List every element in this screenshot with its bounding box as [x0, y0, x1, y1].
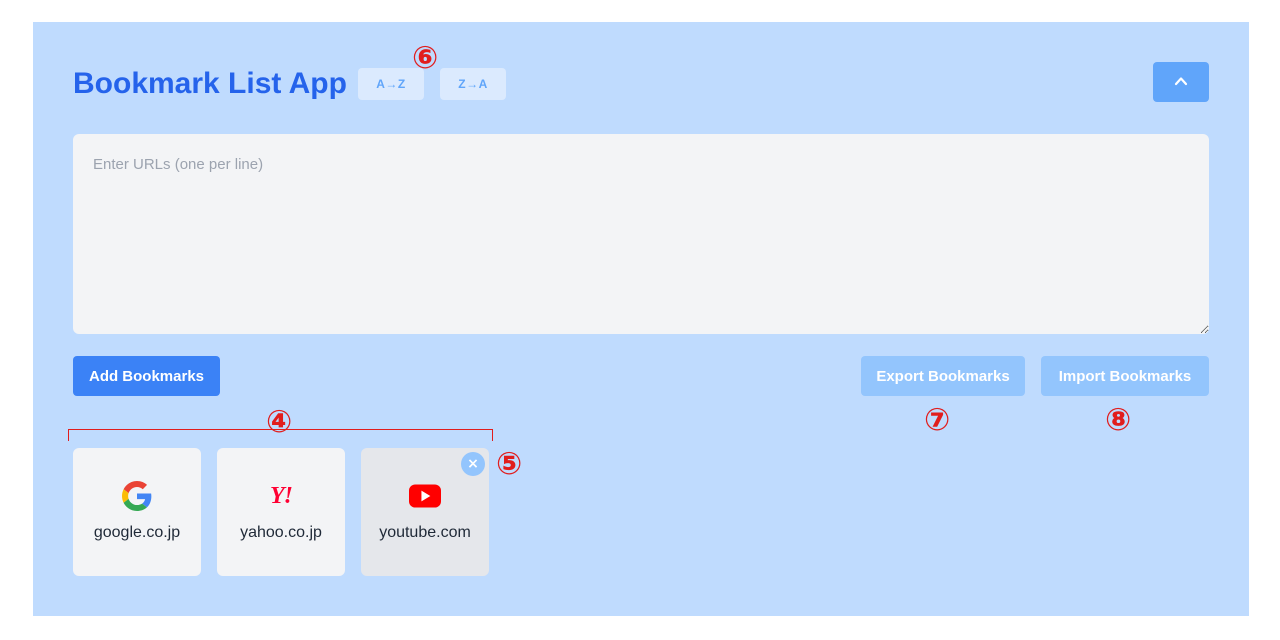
bookmark-card-youtube[interactable]: × youtube.com [361, 448, 489, 576]
chevron-up-icon [1174, 74, 1188, 91]
annotation-marker-8: ⑧ [1105, 402, 1132, 438]
annotation-marker-6: ⑥ [412, 40, 439, 76]
app-panel: Bookmark List App A→Z Z→A Add Bookmarks … [33, 22, 1249, 616]
annotation-marker-7: ⑦ [924, 402, 951, 438]
collapse-button[interactable] [1153, 62, 1209, 102]
sort-z-to-a-button[interactable]: Z→A [440, 68, 506, 100]
export-bookmarks-button[interactable]: Export Bookmarks [861, 356, 1025, 396]
annotation-marker-4: ④ [266, 404, 293, 440]
add-bookmarks-button[interactable]: Add Bookmarks [73, 356, 220, 396]
url-input[interactable] [73, 134, 1209, 334]
annotation-marker-5: ⑤ [496, 446, 523, 482]
import-bookmarks-button[interactable]: Import Bookmarks [1041, 356, 1209, 396]
google-icon [121, 480, 153, 512]
youtube-icon [409, 480, 441, 512]
bookmark-card-google[interactable]: google.co.jp [73, 448, 201, 576]
page-title: Bookmark List App [73, 67, 347, 100]
bookmark-label: yahoo.co.jp [240, 524, 322, 541]
bookmark-card-yahoo[interactable]: Y! yahoo.co.jp [217, 448, 345, 576]
yahoo-icon: Y! [270, 482, 293, 509]
bookmark-label: youtube.com [379, 524, 471, 541]
bookmark-label: google.co.jp [93, 524, 181, 541]
remove-bookmark-button[interactable]: × [461, 452, 485, 476]
